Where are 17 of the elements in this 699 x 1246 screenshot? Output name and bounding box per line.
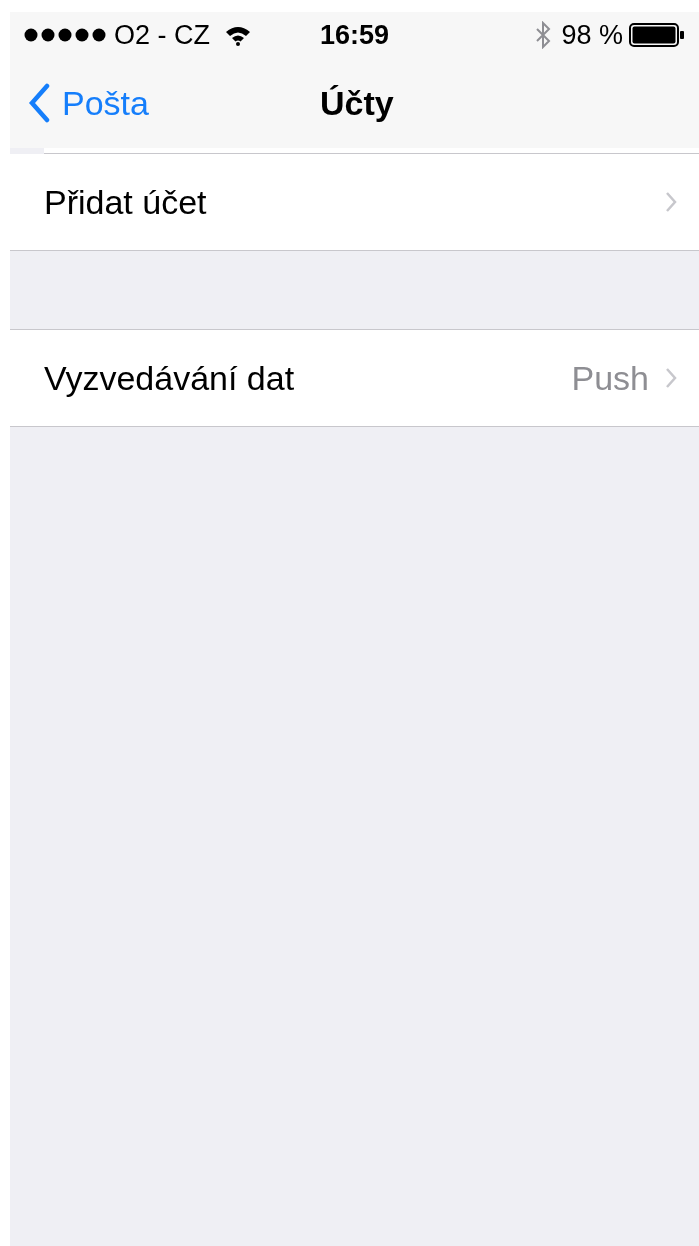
status-time: 16:59	[319, 18, 390, 52]
signal-icon	[24, 28, 106, 42]
battery-icon	[629, 23, 685, 47]
page-title: Účty	[320, 82, 394, 124]
chevron-icon	[665, 191, 677, 213]
wifi-icon	[224, 24, 252, 46]
bluetooth-icon	[535, 21, 552, 49]
row-label: Přidat účet	[44, 181, 208, 223]
back-chevron-icon	[28, 83, 50, 123]
battery-percentage: 98 %	[561, 18, 623, 52]
settings-row[interactable]: Přidat účet	[10, 154, 699, 251]
back-button[interactable]: Pošta	[10, 77, 149, 129]
chevron-icon	[665, 367, 677, 389]
row-label: Vyzvedávání dat	[44, 357, 296, 399]
row-value: Push	[571, 357, 649, 399]
carrier-name: O2 - CZ	[114, 18, 210, 52]
settings-row[interactable]: Vyzvedávání dat Push	[10, 330, 699, 427]
